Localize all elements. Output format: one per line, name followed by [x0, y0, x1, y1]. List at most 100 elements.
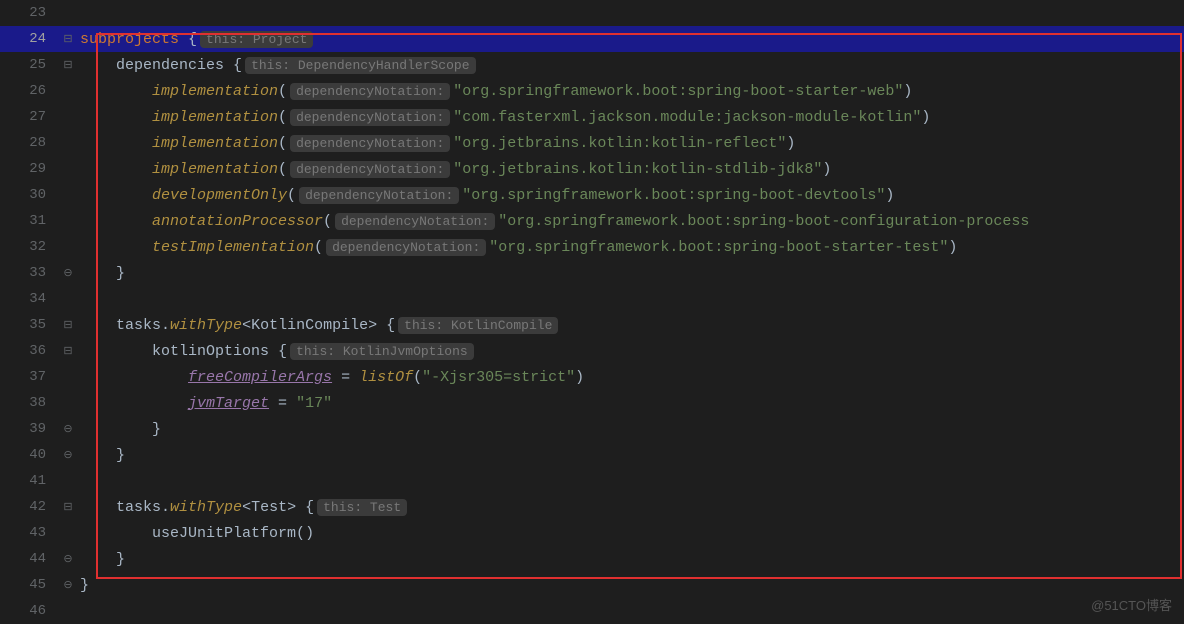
line-number: 46	[0, 598, 58, 624]
line-number: 37	[0, 364, 58, 390]
line-number: 38	[0, 390, 58, 416]
fold-icon[interactable]: ⊟	[58, 338, 78, 364]
inlay-hint: this: KotlinCompile	[398, 317, 558, 334]
line-number: 26	[0, 78, 58, 104]
line-number: 23	[0, 0, 58, 26]
string-literal: "org.jetbrains.kotlin:kotlin-reflect"	[453, 135, 786, 152]
string-literal: "org.springframework.boot:spring-boot-st…	[489, 239, 948, 256]
code-line[interactable]: implementation(dependencyNotation:"org.j…	[78, 130, 1184, 156]
code-line[interactable]: implementation(dependencyNotation:"org.s…	[78, 78, 1184, 104]
fold-icon[interactable]: ⊖	[58, 442, 78, 468]
code-line[interactable]: implementation(dependencyNotation:"org.j…	[78, 156, 1184, 182]
fold-icon[interactable]	[58, 156, 78, 182]
code-line[interactable]: dependencies { this: DependencyHandlerSc…	[78, 52, 1184, 78]
line-number: 41	[0, 468, 58, 494]
line-number: 30	[0, 182, 58, 208]
fold-icon[interactable]	[58, 390, 78, 416]
method-call: withType	[170, 499, 242, 516]
fold-icon[interactable]: ⊖	[58, 572, 78, 598]
fold-icon[interactable]	[58, 130, 78, 156]
line-number: 34	[0, 286, 58, 312]
fold-icon[interactable]	[58, 364, 78, 390]
line-number: 27	[0, 104, 58, 130]
identifier: kotlinOptions	[152, 343, 269, 360]
param-hint: dependencyNotation:	[290, 161, 450, 178]
fold-icon[interactable]: ⊟	[58, 312, 78, 338]
line-number: 36	[0, 338, 58, 364]
fold-icon[interactable]	[58, 468, 78, 494]
fold-icon[interactable]	[58, 104, 78, 130]
method-call: implementation	[152, 135, 278, 152]
code-line[interactable]: testImplementation(dependencyNotation:"o…	[78, 234, 1184, 260]
line-number: 35	[0, 312, 58, 338]
line-number: 45	[0, 572, 58, 598]
string-literal: "org.springframework.boot:spring-boot-de…	[462, 187, 885, 204]
code-line[interactable]: }	[78, 546, 1184, 572]
brace: }	[116, 447, 125, 464]
code-line[interactable]: implementation(dependencyNotation:"com.f…	[78, 104, 1184, 130]
fold-icon[interactable]: ⊟	[58, 494, 78, 520]
fold-icon[interactable]: ⊟	[58, 26, 78, 52]
fold-icon[interactable]	[58, 208, 78, 234]
fold-icon[interactable]	[58, 182, 78, 208]
fold-icon[interactable]: ⊟	[58, 52, 78, 78]
line-number: 43	[0, 520, 58, 546]
line-number: 39	[0, 416, 58, 442]
fold-icon[interactable]	[58, 520, 78, 546]
code-line[interactable]: }	[78, 416, 1184, 442]
line-number: 25	[0, 52, 58, 78]
code-line[interactable]: }	[78, 572, 1184, 598]
watermark: @51CTO博客	[1091, 595, 1172, 614]
line-number: 28	[0, 130, 58, 156]
method-call: listOf	[359, 369, 413, 386]
method-call: developmentOnly	[152, 187, 287, 204]
line-number: 29	[0, 156, 58, 182]
param-hint: dependencyNotation:	[290, 109, 450, 126]
string-literal: "org.springframework.boot:spring-boot-co…	[498, 213, 1029, 230]
code-line[interactable]: annotationProcessor(dependencyNotation:"…	[78, 208, 1184, 234]
code-line[interactable]	[78, 286, 1184, 312]
param-hint: dependencyNotation:	[299, 187, 459, 204]
brace: {	[269, 343, 287, 360]
inlay-hint: this: KotlinJvmOptions	[290, 343, 474, 360]
string-literal: "-Xjsr305=strict"	[422, 369, 575, 386]
line-number: 44	[0, 546, 58, 572]
param-hint: dependencyNotation:	[335, 213, 495, 230]
fold-gutter: ⊟ ⊟ ⊖ ⊟ ⊟ ⊖ ⊖ ⊟ ⊖ ⊖	[58, 0, 78, 618]
code-line[interactable]	[78, 468, 1184, 494]
fold-icon[interactable]	[58, 286, 78, 312]
code-line[interactable]: developmentOnly(dependencyNotation:"org.…	[78, 182, 1184, 208]
fold-icon[interactable]: ⊖	[58, 546, 78, 572]
identifier: useJUnitPlatform	[152, 525, 296, 542]
method-call: implementation	[152, 109, 278, 126]
code-line[interactable]	[78, 598, 1184, 618]
code-line[interactable]: tasks.withType<KotlinCompile> { this: Ko…	[78, 312, 1184, 338]
code-line[interactable]: tasks.withType<Test> { this: Test	[78, 494, 1184, 520]
code-editor[interactable]: 23 24 25 26 27 28 29 30 31 32 33 34 35 3…	[0, 0, 1184, 618]
code-line[interactable]: kotlinOptions { this: KotlinJvmOptions	[78, 338, 1184, 364]
fold-icon[interactable]: ⊖	[58, 416, 78, 442]
line-number-gutter: 23 24 25 26 27 28 29 30 31 32 33 34 35 3…	[0, 0, 58, 618]
code-line[interactable]: jvmTarget = "17"	[78, 390, 1184, 416]
property: freeCompilerArgs	[188, 369, 332, 386]
brace: }	[80, 577, 89, 594]
fold-icon[interactable]	[58, 0, 78, 26]
brace: }	[116, 265, 125, 282]
fold-icon[interactable]	[58, 234, 78, 260]
brace: {	[179, 31, 197, 48]
brace: {	[377, 317, 395, 334]
line-number: 31	[0, 208, 58, 234]
line-number: 33	[0, 260, 58, 286]
fold-icon[interactable]	[58, 598, 78, 624]
code-line[interactable]: useJUnitPlatform()	[78, 520, 1184, 546]
code-content[interactable]: subprojects { this: Project dependencies…	[78, 0, 1184, 618]
fold-icon[interactable]: ⊖	[58, 260, 78, 286]
code-line[interactable]: freeCompilerArgs = listOf("-Xjsr305=stri…	[78, 364, 1184, 390]
code-line[interactable]	[78, 0, 1184, 26]
line-number: 24	[0, 26, 58, 52]
fold-icon[interactable]	[58, 78, 78, 104]
code-line[interactable]: }	[78, 442, 1184, 468]
code-line[interactable]: subprojects { this: Project	[78, 26, 1184, 52]
code-line[interactable]: }	[78, 260, 1184, 286]
inlay-hint: this: Test	[317, 499, 407, 516]
